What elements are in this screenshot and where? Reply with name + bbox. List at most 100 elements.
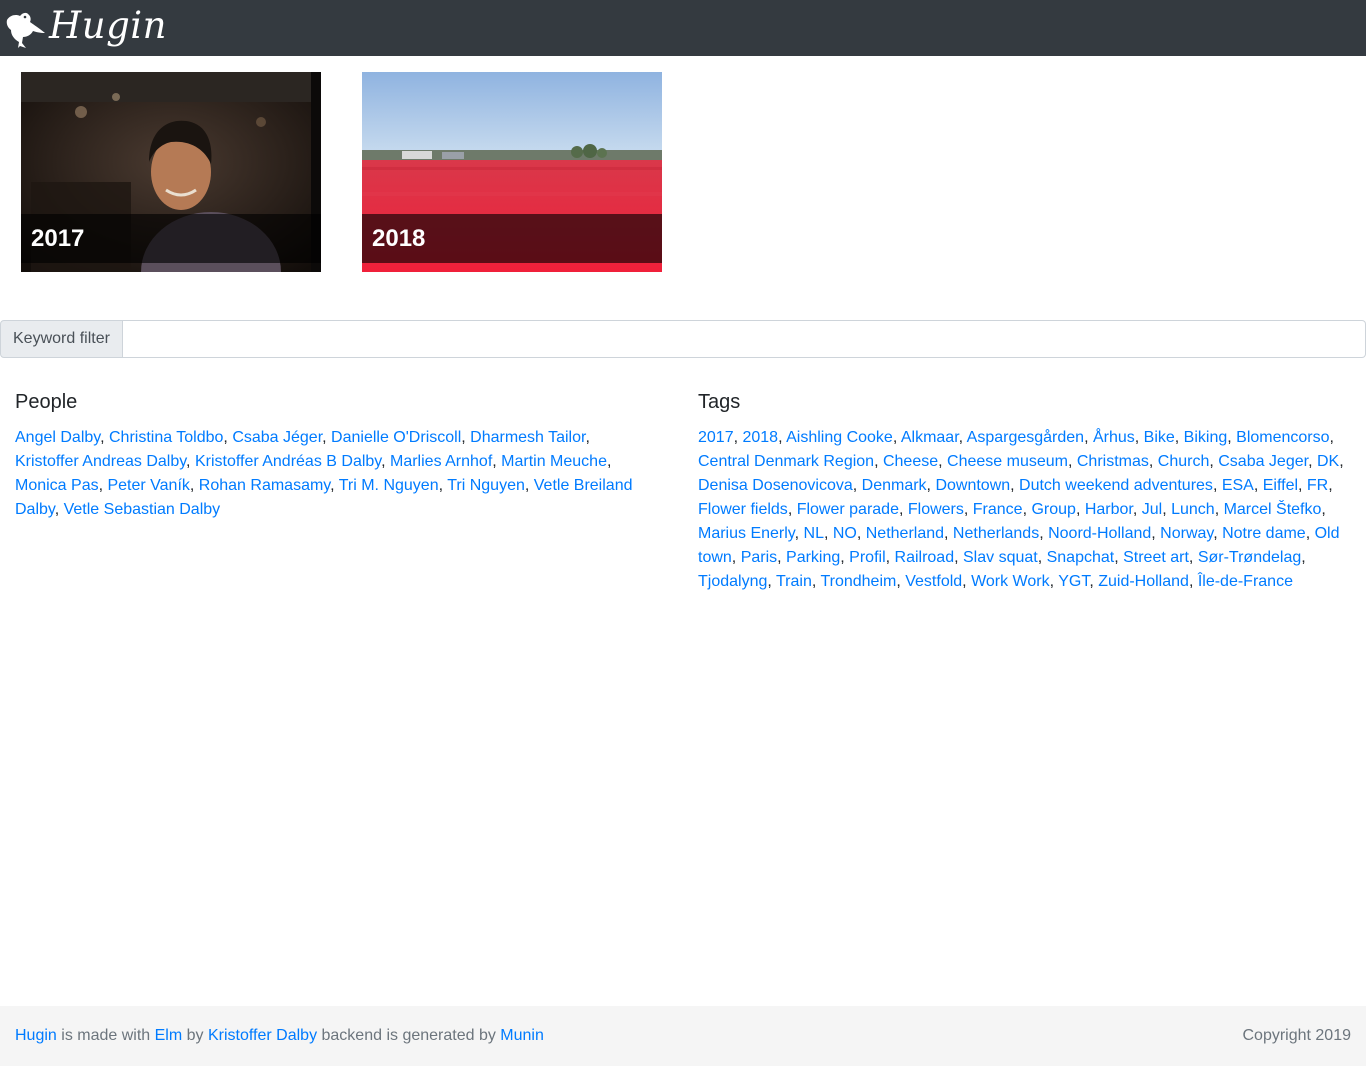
album-card-2017[interactable]: 2017 [21, 72, 321, 272]
tag-link[interactable]: Slav squat [963, 549, 1038, 566]
tag-link[interactable]: FR [1307, 477, 1328, 494]
list-separator: , [1213, 525, 1223, 542]
person-link[interactable]: Rohan Ramasamy [199, 477, 330, 494]
person-link[interactable]: Tri Nguyen [447, 477, 525, 494]
tag-link[interactable]: Jul [1142, 501, 1162, 518]
hugin-link[interactable]: Hugin [15, 1027, 57, 1044]
tag-link[interactable]: Tjodalyng [698, 573, 767, 590]
person-link[interactable]: Peter Vaník [107, 477, 189, 494]
tag-link[interactable]: Aishling Cooke [786, 429, 893, 446]
tag-link[interactable]: Netherlands [953, 525, 1039, 542]
list-separator: , [606, 453, 612, 470]
tag-link[interactable]: YGT [1058, 573, 1089, 590]
tag-link[interactable]: France [973, 501, 1023, 518]
tag-link[interactable]: Railroad [895, 549, 955, 566]
keyword-filter-input[interactable] [122, 320, 1366, 358]
person-link[interactable]: Angel Dalby [15, 429, 100, 446]
list-separator: , [330, 477, 339, 494]
tag-link[interactable]: Work Work [971, 573, 1050, 590]
tag-link[interactable]: 2017 [698, 429, 734, 446]
list-separator: , [896, 573, 906, 590]
elm-link[interactable]: Elm [155, 1027, 183, 1044]
tag-link[interactable]: Netherland [866, 525, 944, 542]
list-separator: , [731, 549, 741, 566]
tag-link[interactable]: Flower parade [797, 501, 899, 518]
tag-link[interactable]: Lunch [1171, 501, 1215, 518]
tag-link[interactable]: Marius Enerly [698, 525, 795, 542]
tag-link[interactable]: Notre dame [1222, 525, 1306, 542]
person-link[interactable]: Monica Pas [15, 477, 99, 494]
tag-link[interactable]: Denmark [862, 477, 927, 494]
person-link[interactable]: Kristoffer Andréas B Dalby [195, 453, 381, 470]
person-link[interactable]: Kristoffer Andreas Dalby [15, 453, 186, 470]
author-link[interactable]: Kristoffer Dalby [208, 1027, 317, 1044]
person-link[interactable]: Vetle Sebastian Dalby [64, 501, 221, 518]
tag-link[interactable]: Central Denmark Region [698, 453, 874, 470]
tag-link[interactable]: Île-de-France [1198, 573, 1293, 590]
tag-link[interactable]: Noord-Holland [1048, 525, 1151, 542]
list-separator: , [54, 501, 64, 518]
tag-link[interactable]: Biking [1184, 429, 1228, 446]
brand-link[interactable]: Hugin [0, 0, 167, 56]
list-separator: , [1162, 501, 1172, 518]
list-separator: , [223, 429, 233, 446]
person-link[interactable]: Csaba Jéger [232, 429, 322, 446]
list-separator: , [524, 477, 534, 494]
tag-link[interactable]: NL [804, 525, 824, 542]
tag-link[interactable]: Blomencorso [1236, 429, 1329, 446]
tag-link[interactable]: DK [1317, 453, 1339, 470]
tag-link[interactable]: Zuid-Holland [1098, 573, 1189, 590]
tag-link[interactable]: Profil [849, 549, 885, 566]
tag-link[interactable]: ESA [1222, 477, 1254, 494]
list-separator: , [1321, 501, 1326, 518]
list-separator: , [823, 525, 833, 542]
keyword-filter: Keyword filter [0, 320, 1366, 358]
tag-link[interactable]: Århus [1093, 429, 1135, 446]
tag-link[interactable]: Cheese museum [947, 453, 1068, 470]
tag-link[interactable]: Eiffel [1263, 477, 1298, 494]
tag-link[interactable]: Denisa Dosenovicova [698, 477, 853, 494]
tag-link[interactable]: Marcel Štefko [1224, 501, 1322, 518]
tag-link[interactable]: Train [776, 573, 812, 590]
tag-link[interactable]: Bike [1144, 429, 1175, 446]
tag-link[interactable]: Sør-Trøndelag [1198, 549, 1301, 566]
person-link[interactable]: Martin Meuche [501, 453, 607, 470]
list-separator: , [1308, 453, 1317, 470]
tag-link[interactable]: Flower fields [698, 501, 788, 518]
tag-link[interactable]: Harbor [1085, 501, 1133, 518]
tag-link[interactable]: Dutch weekend adventures [1019, 477, 1213, 494]
tag-link[interactable]: Paris [741, 549, 777, 566]
tag-link[interactable]: Norway [1160, 525, 1213, 542]
person-link[interactable]: Marlies Arnhof [390, 453, 492, 470]
list-separator: , [1089, 573, 1099, 590]
album-card-2018[interactable]: 2018 [362, 72, 662, 272]
tag-link[interactable]: Flowers [908, 501, 964, 518]
list-separator: , [1305, 525, 1315, 542]
person-link[interactable]: Danielle O'Driscoll [331, 429, 461, 446]
munin-link[interactable]: Munin [500, 1027, 544, 1044]
tag-link[interactable]: Alkmaar [901, 429, 959, 446]
tag-link[interactable]: NO [833, 525, 857, 542]
tag-link[interactable]: Trondheim [820, 573, 896, 590]
list-separator: , [1188, 549, 1198, 566]
list-separator: , [1339, 453, 1344, 470]
tag-link[interactable]: 2018 [742, 429, 778, 446]
tag-link[interactable]: Christmas [1077, 453, 1149, 470]
list-separator: , [1301, 549, 1306, 566]
list-separator: , [944, 525, 953, 542]
tag-link[interactable]: Snapchat [1047, 549, 1115, 566]
tag-link[interactable]: Parking [786, 549, 840, 566]
tag-link[interactable]: Group [1031, 501, 1075, 518]
person-link[interactable]: Christina Toldbo [109, 429, 223, 446]
list-separator: , [892, 429, 901, 446]
tag-link[interactable]: Street art [1123, 549, 1189, 566]
tag-link[interactable]: Cheese [883, 453, 938, 470]
person-link[interactable]: Dharmesh Tailor [470, 429, 585, 446]
tag-link[interactable]: Downtown [935, 477, 1010, 494]
person-link[interactable]: Tri M. Nguyen [339, 477, 439, 494]
tag-link[interactable]: Aspargesgården [967, 429, 1084, 446]
tag-link[interactable]: Vestfold [905, 573, 962, 590]
tag-link[interactable]: Church [1158, 453, 1210, 470]
brand-title: Hugin [49, 3, 167, 47]
tag-link[interactable]: Csaba Jeger [1218, 453, 1308, 470]
